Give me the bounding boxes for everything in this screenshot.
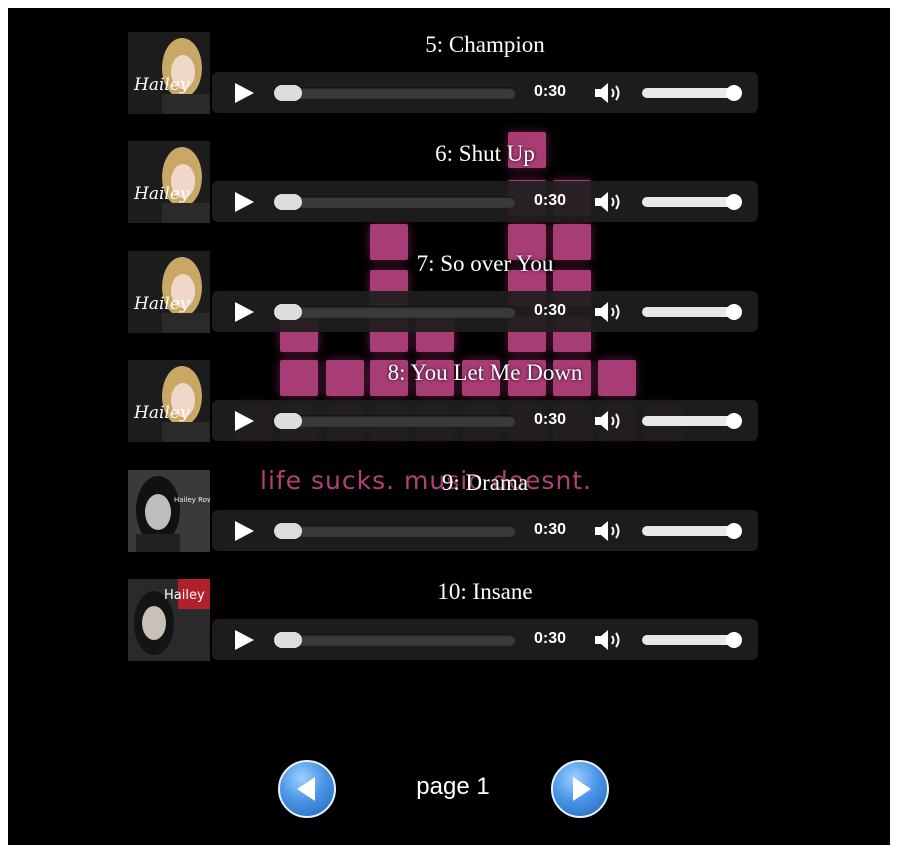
track-item: Hailey 6: Shut Up 0:30 <box>128 141 758 225</box>
speaker-icon[interactable] <box>594 520 626 542</box>
volume-slider[interactable] <box>642 523 742 539</box>
audio-player: 0:30 <box>212 72 758 113</box>
audio-player: 0:30 <box>212 619 758 660</box>
album-cover: Hailey <box>128 141 210 223</box>
track-time: 0:30 <box>534 521 567 538</box>
track-item: Hailey Rowe 9: Drama 0:30 <box>128 470 758 554</box>
cover-art-icon: Hailey <box>128 32 210 114</box>
volume-handle[interactable] <box>726 632 742 648</box>
volume-slider[interactable] <box>642 85 742 101</box>
progress-handle[interactable] <box>274 523 302 539</box>
track-title: 5: Champion <box>425 32 545 57</box>
track-item: Hailey 8: You Let Me Down 0:30 <box>128 360 758 444</box>
cover-art-icon: Hailey <box>128 579 210 661</box>
audio-player: 0:30 <box>212 181 758 222</box>
cover-signature: Hailey <box>133 294 190 314</box>
page-label: page 1 <box>416 773 490 800</box>
track-item: Hailey 10: Insane 0:30 <box>128 579 758 663</box>
left-arrow-icon <box>297 777 315 801</box>
cover-art-icon: Hailey <box>128 251 210 333</box>
volume-handle[interactable] <box>726 194 742 210</box>
speaker-icon[interactable] <box>594 82 626 104</box>
progress-handle[interactable] <box>274 413 302 429</box>
cover-art-icon: Hailey <box>128 360 210 442</box>
speaker-icon[interactable] <box>594 629 626 651</box>
progress-slider[interactable] <box>274 523 516 539</box>
track-title: 10: Insane <box>437 579 533 604</box>
album-cover: Hailey <box>128 251 210 333</box>
audio-player: 0:30 <box>212 510 758 551</box>
album-cover: Hailey Rowe <box>128 470 210 552</box>
music-page: life sucks. music doesnt. Hailey 5: Cham… <box>8 8 890 845</box>
progress-handle[interactable] <box>274 85 302 101</box>
track-title: 7: So over You <box>416 251 554 276</box>
pagination: page 1 <box>8 760 890 820</box>
prev-page-button[interactable] <box>278 760 336 818</box>
track-time: 0:30 <box>534 192 567 209</box>
right-arrow-icon <box>573 777 591 801</box>
progress-slider[interactable] <box>274 304 516 320</box>
cover-art-icon: Hailey Rowe <box>128 470 210 552</box>
progress-slider[interactable] <box>274 632 516 648</box>
volume-slider[interactable] <box>642 304 742 320</box>
play-icon[interactable] <box>232 190 256 214</box>
cover-art-icon: Hailey <box>128 141 210 223</box>
track-item: Hailey 5: Champion 0:30 <box>128 32 758 116</box>
play-icon[interactable] <box>232 81 256 105</box>
volume-handle[interactable] <box>726 304 742 320</box>
progress-slider[interactable] <box>274 413 516 429</box>
speaker-icon[interactable] <box>594 301 626 323</box>
speaker-icon[interactable] <box>594 410 626 432</box>
track-time: 0:30 <box>534 83 567 100</box>
progress-handle[interactable] <box>274 632 302 648</box>
speaker-icon[interactable] <box>594 191 626 213</box>
volume-handle[interactable] <box>726 85 742 101</box>
album-cover: Hailey <box>128 360 210 442</box>
audio-player: 0:30 <box>212 400 758 441</box>
volume-slider[interactable] <box>642 413 742 429</box>
progress-handle[interactable] <box>274 304 302 320</box>
track-time: 0:30 <box>534 411 567 428</box>
album-cover: Hailey <box>128 32 210 114</box>
volume-slider[interactable] <box>642 632 742 648</box>
progress-handle[interactable] <box>274 194 302 210</box>
cover-signature: Hailey <box>133 75 190 95</box>
volume-handle[interactable] <box>726 413 742 429</box>
track-title: 9: Drama <box>441 470 529 495</box>
next-page-button[interactable] <box>551 760 609 818</box>
volume-handle[interactable] <box>726 523 742 539</box>
cover-signature: Hailey <box>133 184 190 204</box>
play-icon[interactable] <box>232 519 256 543</box>
progress-slider[interactable] <box>274 85 516 101</box>
track-time: 0:30 <box>534 302 567 319</box>
cover-text: Hailey <box>164 588 205 603</box>
album-cover: Hailey <box>128 579 210 661</box>
progress-slider[interactable] <box>274 194 516 210</box>
volume-slider[interactable] <box>642 194 742 210</box>
track-title: 8: You Let Me Down <box>387 360 583 385</box>
play-icon[interactable] <box>232 409 256 433</box>
track-time: 0:30 <box>534 630 567 647</box>
track-title: 6: Shut Up <box>435 141 535 166</box>
play-icon[interactable] <box>232 300 256 324</box>
cover-signature: Hailey <box>133 403 190 423</box>
audio-player: 0:30 <box>212 291 758 332</box>
play-icon[interactable] <box>232 628 256 652</box>
cover-text: Hailey Rowe <box>174 496 210 504</box>
track-item: Hailey 7: So over You 0:30 <box>128 251 758 335</box>
